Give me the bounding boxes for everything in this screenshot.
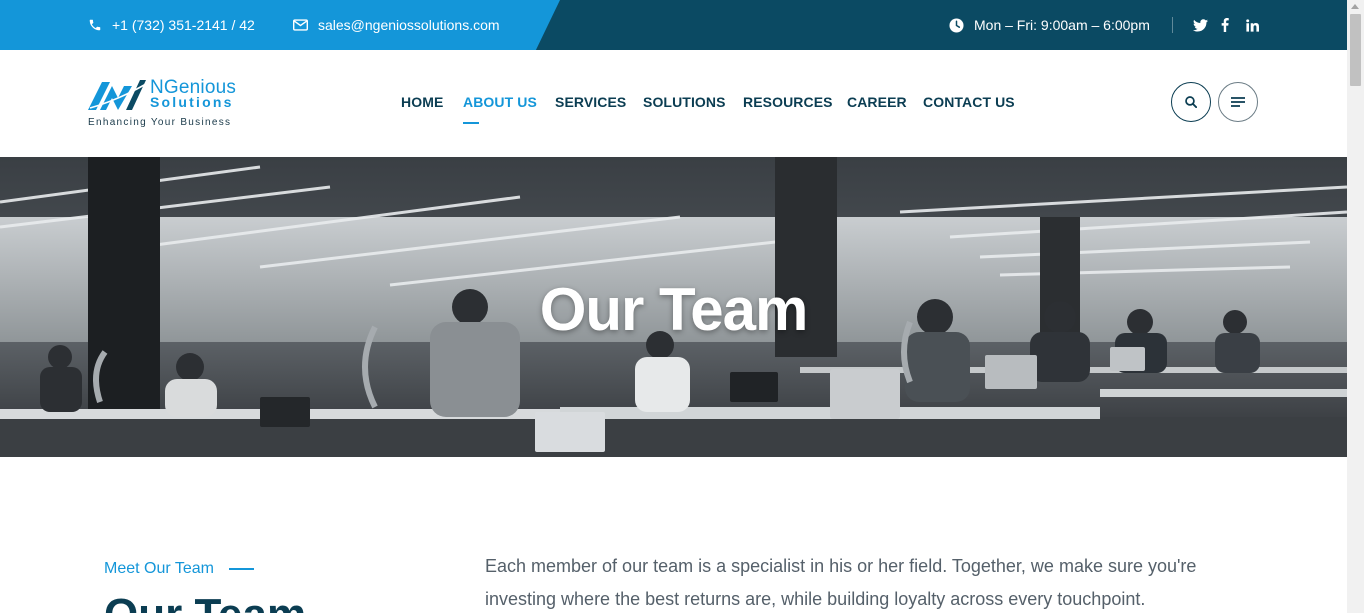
twitter-link[interactable] (1193, 0, 1208, 50)
nav-services[interactable]: SERVICES (555, 94, 626, 110)
eyebrow-line (228, 568, 254, 570)
search-button[interactable] (1171, 82, 1211, 122)
nav-solutions[interactable]: SOLUTIONS (643, 94, 726, 110)
page-scrollbar[interactable] (1347, 0, 1364, 613)
top-bar-divider (1172, 17, 1173, 33)
hours-text: Mon – Fri: 9:00am – 6:00pm (974, 17, 1150, 33)
scroll-thumb[interactable] (1350, 14, 1361, 86)
scroll-up-arrow[interactable] (1351, 4, 1359, 9)
eyebrow-text: Meet Our Team (104, 560, 214, 577)
site-logo[interactable]: NGenious Solutions Enhancing Your Busine… (88, 78, 253, 130)
email-contact[interactable]: sales@ngeniossolutions.com (293, 0, 500, 50)
email-address[interactable]: sales@ngeniossolutions.com (318, 17, 500, 33)
active-nav-indicator (463, 122, 479, 124)
nav-career[interactable]: CAREER (847, 94, 907, 110)
business-hours: Mon – Fri: 9:00am – 6:00pm (949, 0, 1150, 50)
intro-paragraph: Each member of our team is a specialist … (485, 556, 1197, 609)
page: +1 (732) 351-2141 / 42 sales@ngeniossolu… (0, 0, 1364, 613)
nav-contact-us[interactable]: CONTACT US (923, 94, 1015, 110)
menu-button[interactable] (1218, 82, 1258, 122)
nav-resources[interactable]: RESOURCES (743, 94, 833, 110)
hero-title: Our Team (539, 276, 809, 343)
nav-about-us[interactable]: ABOUT US (463, 94, 537, 110)
menu-icon (1231, 97, 1245, 107)
clock-icon (949, 17, 964, 33)
logo-subtitle: Solutions (150, 94, 234, 110)
phone-contact[interactable]: +1 (732) 351-2141 / 42 (88, 0, 255, 50)
phone-icon (89, 19, 101, 31)
section-eyebrow: Meet Our Team (104, 560, 254, 578)
linkedin-link[interactable] (1246, 0, 1259, 50)
twitter-icon (1193, 18, 1208, 31)
logo-mark (88, 80, 147, 110)
search-icon (1185, 96, 1197, 108)
hero-banner: Our Team (0, 157, 1347, 457)
main-header: NGenious Solutions Enhancing Your Busine… (0, 50, 1347, 157)
envelope-icon (293, 19, 308, 31)
facebook-icon (1221, 18, 1229, 32)
section-heading: Our Team (104, 590, 306, 613)
linkedin-icon (1246, 18, 1259, 32)
facebook-link[interactable] (1221, 0, 1229, 50)
nav-home[interactable]: HOME (401, 94, 443, 110)
logo-tagline: Enhancing Your Business (88, 117, 232, 128)
top-bar: +1 (732) 351-2141 / 42 sales@ngeniossolu… (0, 0, 1347, 50)
phone-number[interactable]: +1 (732) 351-2141 / 42 (112, 17, 255, 33)
